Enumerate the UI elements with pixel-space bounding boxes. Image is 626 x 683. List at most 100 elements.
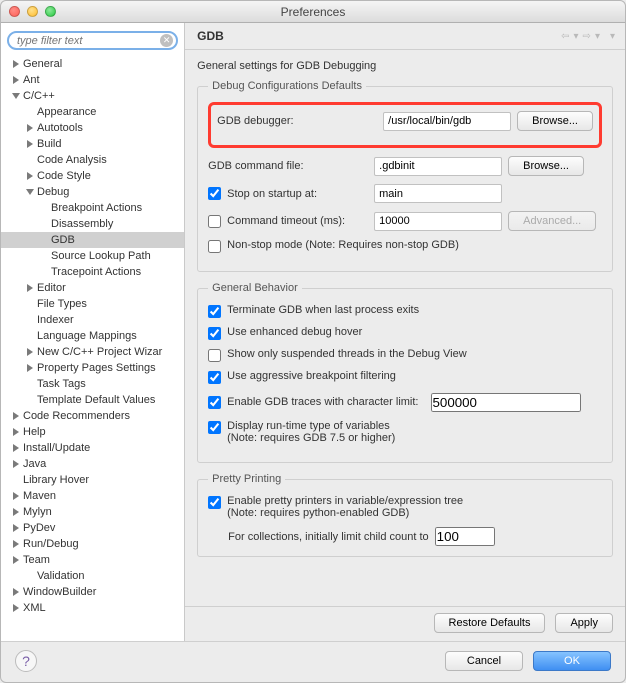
tree-item[interactable]: Validation: [1, 568, 184, 584]
group-debug-defaults: Debug Configurations Defaults GDB debugg…: [197, 80, 613, 272]
chevron-right-icon[interactable]: [11, 75, 21, 85]
tree-item-label: File Types: [37, 298, 87, 310]
tree-item[interactable]: Ant: [1, 72, 184, 88]
nav-back-icon[interactable]: ⇦: [561, 31, 569, 42]
chevron-right-icon[interactable]: [11, 427, 21, 437]
tree-item[interactable]: Install/Update: [1, 440, 184, 456]
chevron-right-icon[interactable]: [11, 523, 21, 533]
tree-item[interactable]: Autotools: [1, 120, 184, 136]
tree-item-label: Debug: [37, 186, 69, 198]
tree-spacer: [25, 107, 35, 117]
help-button[interactable]: ?: [15, 650, 37, 672]
nonstop-checkbox[interactable]: [208, 240, 221, 253]
tree-item[interactable]: Mylyn: [1, 504, 184, 520]
tree-item[interactable]: Run/Debug: [1, 536, 184, 552]
command-timeout-checkbox[interactable]: [208, 215, 221, 228]
chevron-right-icon[interactable]: [11, 411, 21, 421]
tree-item[interactable]: Appearance: [1, 104, 184, 120]
browse-debugger-button[interactable]: Browse...: [517, 111, 593, 131]
terminate-gdb-label: Terminate GDB when last process exits: [227, 304, 419, 316]
group-legend: Debug Configurations Defaults: [208, 80, 366, 92]
chevron-right-icon[interactable]: [11, 443, 21, 453]
cancel-button[interactable]: Cancel: [445, 651, 523, 671]
tree-item[interactable]: New C/C++ Project Wizar: [1, 344, 184, 360]
preferences-tree[interactable]: GeneralAntC/C++ Appearance AutotoolsBuild C…: [1, 56, 184, 641]
suspended-threads-checkbox[interactable]: [208, 349, 221, 362]
advanced-button[interactable]: Advanced...: [508, 211, 596, 231]
apply-button[interactable]: Apply: [555, 613, 613, 633]
tree-item[interactable]: Task Tags: [1, 376, 184, 392]
tree-item[interactable]: Disassembly: [1, 216, 184, 232]
tree-item[interactable]: Help: [1, 424, 184, 440]
restore-defaults-button[interactable]: Restore Defaults: [434, 613, 546, 633]
tree-item[interactable]: Team: [1, 552, 184, 568]
tree-item[interactable]: Editor: [1, 280, 184, 296]
gdb-traces-checkbox[interactable]: [208, 396, 221, 409]
chevron-right-icon[interactable]: [11, 555, 21, 565]
page-subtitle: General settings for GDB Debugging: [197, 60, 613, 72]
chevron-right-icon[interactable]: [11, 603, 21, 613]
terminate-gdb-checkbox[interactable]: [208, 305, 221, 318]
chevron-right-icon[interactable]: [11, 459, 21, 469]
gdb-traces-limit-field[interactable]: [431, 393, 581, 412]
tree-item[interactable]: Maven: [1, 488, 184, 504]
tree-item[interactable]: Language Mappings: [1, 328, 184, 344]
child-count-field[interactable]: [435, 527, 495, 546]
tree-item-label: Library Hover: [23, 474, 89, 486]
window-title: Preferences: [1, 5, 625, 19]
tree-item[interactable]: Property Pages Settings: [1, 360, 184, 376]
gdb-debugger-field[interactable]: [383, 112, 511, 131]
tree-item[interactable]: File Types: [1, 296, 184, 312]
tree-item[interactable]: C/C++: [1, 88, 184, 104]
tree-item[interactable]: Code Style: [1, 168, 184, 184]
chevron-right-icon[interactable]: [25, 171, 35, 181]
gdb-traces-label: Enable GDB traces with character limit:: [227, 396, 418, 408]
tree-item[interactable]: Tracepoint Actions: [1, 264, 184, 280]
group-legend: Pretty Printing: [208, 473, 285, 485]
runtime-type-checkbox[interactable]: [208, 421, 221, 434]
tree-item[interactable]: GDB: [1, 232, 184, 248]
chevron-right-icon[interactable]: [25, 139, 35, 149]
tree-item[interactable]: General: [1, 56, 184, 72]
tree-item[interactable]: WindowBuilder: [1, 584, 184, 600]
tree-item-label: Code Analysis: [37, 154, 107, 166]
chevron-right-icon[interactable]: [11, 539, 21, 549]
aggressive-bp-checkbox[interactable]: [208, 371, 221, 384]
chevron-down-icon[interactable]: [11, 91, 21, 101]
tree-item[interactable]: XML: [1, 600, 184, 616]
tree-item[interactable]: Code Analysis: [1, 152, 184, 168]
stop-on-startup-field[interactable]: [374, 184, 502, 203]
tree-item[interactable]: Source Lookup Path: [1, 248, 184, 264]
browse-cmdfile-button[interactable]: Browse...: [508, 156, 584, 176]
tree-item-label: Indexer: [37, 314, 74, 326]
tree-item[interactable]: Template Default Values: [1, 392, 184, 408]
nonstop-label: Non-stop mode (Note: Requires non-stop G…: [227, 239, 459, 251]
tree-item[interactable]: Code Recommenders: [1, 408, 184, 424]
gdb-cmdfile-field[interactable]: [374, 157, 502, 176]
tree-item[interactable]: Breakpoint Actions: [1, 200, 184, 216]
chevron-right-icon[interactable]: [11, 491, 21, 501]
chevron-down-icon[interactable]: [25, 187, 35, 197]
tree-item[interactable]: Java: [1, 456, 184, 472]
chevron-right-icon[interactable]: [11, 587, 21, 597]
nav-forward-icon[interactable]: ⇨: [583, 31, 591, 42]
chevron-right-icon[interactable]: [25, 363, 35, 373]
stop-on-startup-checkbox[interactable]: [208, 187, 221, 200]
chevron-right-icon[interactable]: [25, 347, 35, 357]
chevron-right-icon[interactable]: [11, 59, 21, 69]
tree-item[interactable]: Library Hover: [1, 472, 184, 488]
enhanced-hover-checkbox[interactable]: [208, 327, 221, 340]
tree-item[interactable]: Debug: [1, 184, 184, 200]
filter-input[interactable]: [7, 31, 178, 50]
chevron-right-icon[interactable]: [25, 123, 35, 133]
tree-item-label: Appearance: [37, 106, 96, 118]
chevron-right-icon[interactable]: [11, 507, 21, 517]
tree-item[interactable]: PyDev: [1, 520, 184, 536]
command-timeout-field[interactable]: [374, 212, 502, 231]
ok-button[interactable]: OK: [533, 651, 611, 671]
pretty-printers-checkbox[interactable]: [208, 496, 221, 509]
chevron-right-icon[interactable]: [25, 283, 35, 293]
tree-item[interactable]: Build: [1, 136, 184, 152]
tree-item[interactable]: Indexer: [1, 312, 184, 328]
suspended-threads-label: Show only suspended threads in the Debug…: [227, 348, 467, 360]
